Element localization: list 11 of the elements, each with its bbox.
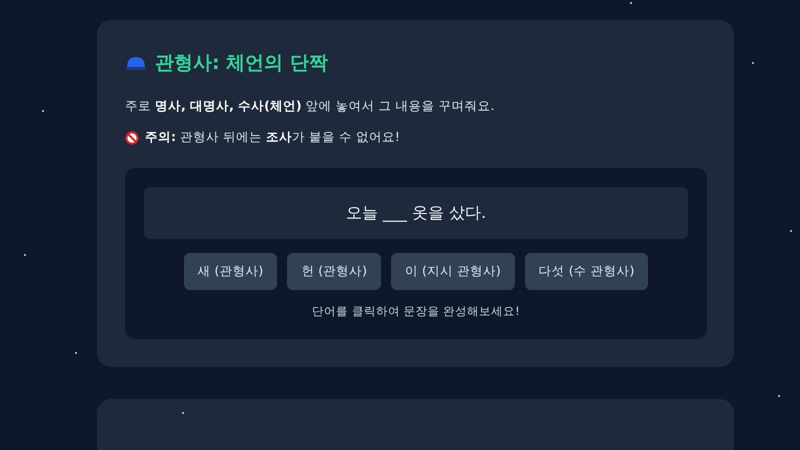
card-title: 관형사: 체언의 단짝 bbox=[155, 51, 328, 76]
quiz-sentence: 오늘 ___ 옷을 샀다. bbox=[144, 187, 688, 239]
answer-option-button[interactable]: 새 (관형사) bbox=[184, 253, 278, 290]
cap-icon bbox=[125, 55, 147, 71]
prohibited-icon bbox=[125, 130, 139, 144]
description-text: 주로 명사, 대명사, 수사(체언) 앞에 놓여서 그 내용을 꾸며줘요. bbox=[125, 98, 496, 115]
answer-option-button[interactable]: 이 (지시 관형사) bbox=[391, 253, 515, 290]
answer-option-button[interactable]: 헌 (관형사) bbox=[287, 253, 382, 290]
answer-option-button[interactable]: 다섯 (수 관형사) bbox=[524, 253, 648, 290]
warning-text: 주의: 관형사 뒤에는 조사가 붙을 수 없어요! bbox=[145, 129, 400, 146]
hint-text: 단어를 클릭하여 문장을 완성해보세요! bbox=[312, 304, 520, 319]
